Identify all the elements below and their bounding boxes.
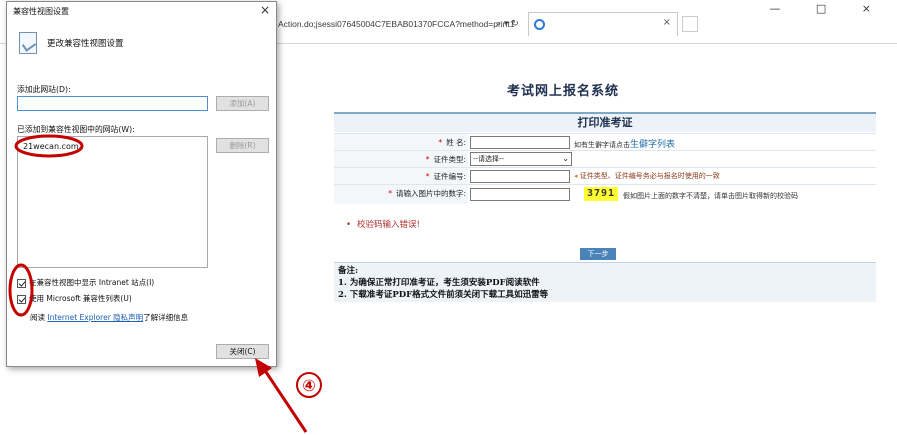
row-id-number: * 证件编号: ◂ 证件类型、证件编号务必与报名时使用的一致 [334, 167, 876, 184]
close-icon[interactable]: × [258, 3, 272, 17]
mslist-checkbox-label: 使用 Microsoft 兼容性列表(U) [29, 294, 132, 303]
rare-char-hint: 如有生僻字请点击生僻字列表 [574, 140, 676, 150]
captcha-input[interactable] [470, 188, 570, 201]
dialog-heading: 更改兼容性视图设置 [47, 39, 124, 49]
add-button[interactable]: 添加(A) [216, 96, 269, 111]
step-number-badge: ④ [296, 372, 322, 398]
row-id-type: * 证件类型: --请选择-- ⌄ [334, 150, 876, 167]
ie-favicon-icon [534, 19, 545, 30]
id-number-input[interactable] [470, 170, 570, 183]
intranet-checkbox-label: 在兼容性视图中显示 Intranet 站点(I) [29, 278, 155, 287]
captcha-image[interactable]: 3791 [584, 187, 618, 201]
note-item: 2. 下载准考证PDF格式文件前须关闭下载工具如迅雷等 [338, 290, 549, 300]
new-tab-button[interactable] [682, 16, 698, 32]
form-title: 打印准考证 [334, 114, 876, 132]
required-star: * [388, 189, 392, 198]
add-site-input[interactable] [17, 96, 208, 111]
browser-tab[interactable]: × [528, 12, 678, 36]
required-star: * [425, 172, 430, 181]
captcha-label: * 请输入图片中的数字: [388, 189, 466, 198]
next-step-button[interactable]: 下一步 [580, 248, 616, 260]
mslist-checkbox-row[interactable]: 使用 Microsoft 兼容性列表(U) [17, 293, 132, 305]
privacy-line: 阅读 Internet Explorer 隐私声明了解详细信息 [30, 313, 189, 322]
compat-view-dialog: 兼容性视图设置 × 更改兼容性视图设置 添加此网站(D): 添加(A) 已添加到… [6, 1, 277, 367]
mslist-checkbox[interactable] [17, 294, 26, 304]
notes-title: 备注: [338, 266, 359, 276]
window-controls[interactable]: — □ × [769, 2, 887, 15]
rare-char-link[interactable]: 生僻字列表 [630, 140, 675, 150]
id-type-label: * 证件类型: [425, 155, 466, 164]
note-item: 1. 为确保正常打印准考证，考生须安装PDF阅读软件 [338, 278, 540, 288]
name-input[interactable] [470, 136, 570, 149]
compat-view-icon [19, 32, 37, 54]
notes-panel: 备注: 1. 为确保正常打印准考证，考生须安装PDF阅读软件 2. 下载准考证P… [334, 262, 876, 302]
site-list[interactable]: 21wecan.com [17, 136, 208, 268]
row-captcha: * 请输入图片中的数字: 3791 假如图片上面的数字不清楚，请单击图片取得新的校… [334, 184, 876, 204]
add-site-label: 添加此网站(D): [17, 85, 71, 94]
page-title: 考试网上报名系统 [507, 84, 620, 99]
captcha-hint: 假如图片上面的数字不清楚，请单击图片取得新的校验码 [623, 192, 798, 200]
intranet-checkbox[interactable] [17, 278, 26, 288]
address-bar[interactable]: Action.do;jsessi07645004C7EBAB01370FCCA?… [278, 16, 528, 32]
id-number-label: * 证件编号: [425, 172, 466, 181]
close-button[interactable]: 关闭(C) [216, 344, 269, 359]
dialog-title: 兼容性视图设置 [13, 7, 69, 16]
error-message: • 校验码输入错误! [346, 220, 420, 230]
id-type-select[interactable]: --请选择-- ⌄ [470, 152, 572, 166]
name-label: * 姓 名: [438, 138, 466, 147]
print-admission-form: 打印准考证 * 姓 名: 如有生僻字请点击生僻字列表 * 证件类型: --请选择--… [334, 112, 876, 206]
required-star: * [425, 155, 430, 164]
id-warning: ◂ 证件类型、证件编号务必与报名时使用的一致 [574, 172, 720, 180]
intranet-checkbox-row[interactable]: 在兼容性视图中显示 Intranet 站点(I) [17, 277, 154, 289]
tab-close-icon[interactable]: × [663, 17, 671, 28]
site-list-label: 已添加到兼容性视图中的网站(W): [17, 125, 135, 134]
row-name: * 姓 名: 如有生僻字请点击生僻字列表 [334, 133, 876, 150]
remove-button[interactable]: 删除(R) [216, 138, 269, 153]
privacy-link[interactable]: Internet Explorer 隐私声明 [47, 313, 143, 322]
bullet-icon: • [346, 220, 352, 230]
required-star: * [438, 138, 443, 147]
chevron-down-icon: ⌄ [562, 154, 569, 163]
address-tools[interactable]: ⌕ ▾ ↻ [496, 16, 519, 32]
list-item[interactable]: 21wecan.com [23, 142, 79, 151]
